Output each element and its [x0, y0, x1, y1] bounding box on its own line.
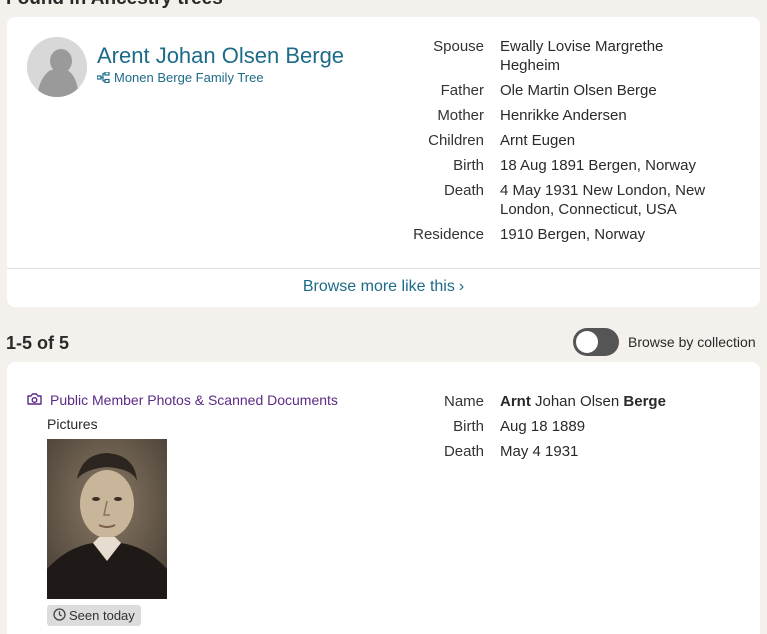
family-tree-link[interactable]: Monen Berge Family Tree	[97, 70, 264, 85]
name-middle: Johan Olsen	[530, 393, 624, 410]
fact-value: Aug 18 1889	[500, 418, 586, 435]
fact-label: Birth	[453, 157, 484, 174]
record-photo[interactable]	[47, 439, 167, 599]
fact-value: 1910 Bergen, Norway	[500, 226, 646, 243]
camera-icon	[27, 392, 42, 408]
collection-title: Public Member Photos & Scanned Documents	[50, 392, 338, 408]
fact-value: May 4 1931	[500, 443, 579, 460]
fact-label: Name	[443, 393, 484, 410]
fact-residence: Residence 1910 Bergen, Norway	[387, 225, 747, 244]
collection-type: Pictures	[47, 416, 98, 432]
search-results-page: Found in Ancestry trees Arent Johan Olse…	[0, 0, 767, 634]
tree-facts: Spouse Ewally Lovise Margrethe Hegheim F…	[387, 37, 747, 250]
browse-by-collection-toggle[interactable]	[573, 328, 619, 356]
avatar	[27, 37, 87, 97]
fact-spouse: Spouse Ewally Lovise Margrethe Hegheim	[387, 37, 747, 75]
fact-label: Mother	[437, 107, 484, 124]
record-facts: Name Arnt Johan Olsen Berge Birth Aug 18…	[387, 392, 747, 467]
fact-father: Father Ole Martin Olsen Berge	[387, 81, 747, 100]
toggle-label: Browse by collection	[628, 334, 756, 350]
toggle-knob	[576, 331, 598, 353]
seen-badge: Seen today	[47, 605, 141, 626]
browse-more-link[interactable]: Browse more like this ›	[7, 278, 760, 296]
fact-label: Children	[428, 132, 484, 149]
chevron-right-icon: ›	[458, 278, 465, 295]
fact-label: Death	[443, 443, 484, 460]
family-tree-label: Monen Berge Family Tree	[114, 70, 264, 85]
seen-label: Seen today	[69, 608, 135, 623]
section-title: Found in Ancestry trees	[6, 0, 223, 10]
clock-icon	[53, 607, 66, 624]
collection-link[interactable]: Public Member Photos & Scanned Documents	[27, 392, 338, 408]
tree-icon	[97, 72, 110, 83]
fact-value: Ewally Lovise Margrethe Hegheim	[500, 38, 664, 74]
fact-mother: Mother Henrikke Andersen	[387, 106, 747, 125]
fact-value: Henrikke Andersen	[500, 107, 627, 124]
fact-death: Death May 4 1931	[387, 442, 747, 461]
fact-label: Death	[443, 182, 484, 199]
divider	[7, 268, 760, 269]
fact-children: Children Arnt Eugen	[387, 131, 747, 150]
results-count: 1-5 of 5	[6, 333, 70, 353]
record-result-card: Public Member Photos & Scanned Documents…	[7, 362, 760, 634]
fact-value: Arnt Johan Olsen Berge	[500, 392, 725, 411]
name-last: Berge	[623, 393, 666, 410]
fact-birth: Birth 18 Aug 1891 Bergen, Norway	[387, 156, 747, 175]
fact-label: Residence	[413, 226, 484, 243]
fact-label: Birth	[453, 418, 484, 435]
browse-more-label: Browse more like this	[302, 278, 455, 295]
fact-value: 18 Aug 1891 Bergen, Norway	[500, 157, 696, 174]
person-name-link[interactable]: Arent Johan Olsen Berge	[97, 43, 344, 69]
name-first: Arnt	[500, 393, 531, 410]
fact-value: 4 May 1931 New London, New London, Conne…	[500, 182, 706, 218]
fact-name: Name Arnt Johan Olsen Berge	[387, 392, 747, 411]
fact-label: Spouse	[433, 38, 484, 55]
fact-death: Death 4 May 1931 New London, New London,…	[387, 181, 747, 219]
fact-value: Arnt Eugen	[500, 132, 576, 149]
fact-label: Father	[440, 82, 484, 99]
fact-birth: Birth Aug 18 1889	[387, 417, 747, 436]
fact-value: Ole Martin Olsen Berge	[500, 82, 657, 99]
tree-result-card: Arent Johan Olsen Berge Monen Berge Fami…	[7, 17, 760, 307]
